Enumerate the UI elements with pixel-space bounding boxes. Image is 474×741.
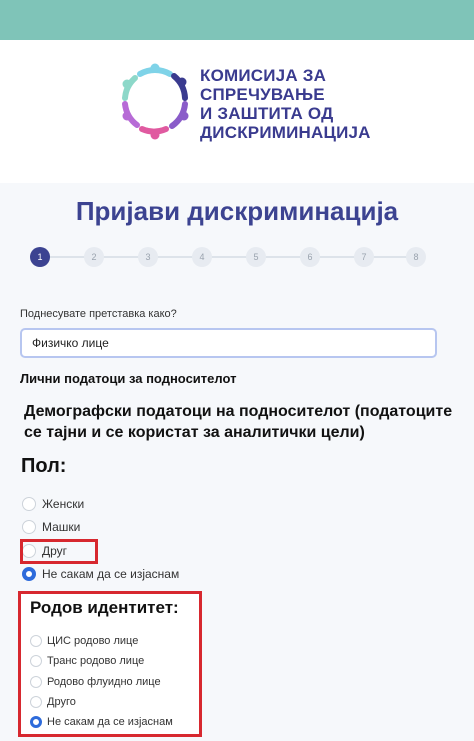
people-circle-logo-icon — [122, 63, 189, 140]
top-bar — [0, 0, 474, 40]
logo-line: СПРЕЧУВАЊЕ — [200, 85, 325, 104]
gender-option-female[interactable]: Женски — [22, 497, 84, 511]
logo-line: ДИСКРИМИНАЦИЈА — [200, 123, 371, 142]
gender-heading: Пол: — [21, 455, 67, 477]
step-3[interactable]: 3 — [138, 247, 158, 267]
radio-unchecked-icon[interactable] — [22, 520, 36, 534]
logo-line: КОМИСИЈА ЗА — [200, 66, 327, 85]
step-1[interactable]: 1 — [30, 247, 50, 267]
step-2[interactable]: 2 — [84, 247, 104, 267]
highlight-box — [18, 591, 202, 737]
option-label: Машки — [42, 520, 81, 534]
highlight-box — [20, 539, 98, 564]
option-label: Не сакам да се изјаснам — [42, 567, 180, 581]
option-label: Женски — [42, 497, 85, 511]
logo-text: КОМИСИЈА ЗА СПРЕЧУВАЊЕ И ЗАШТИТА ОД ДИСК… — [200, 66, 371, 142]
demographic-title: Демографски податоци на подносителот (по… — [24, 403, 453, 441]
stepper: 1 2 3 4 5 6 7 8 — [30, 246, 426, 268]
page-title: Пријави дискриминација — [75, 196, 399, 226]
step-4[interactable]: 4 — [192, 247, 212, 267]
gender-option-prefer-not[interactable]: Не сакам да се изјаснам — [22, 567, 179, 581]
step-8[interactable]: 8 — [406, 247, 426, 267]
personal-section-title: Лични податоци за подносителот — [20, 371, 237, 386]
radio-unchecked-icon[interactable] — [22, 497, 36, 511]
logo-line: И ЗАШТИТА ОД — [200, 104, 334, 123]
radio-checked-icon[interactable] — [22, 567, 36, 581]
submit-as-label: Поднесувате претставка како? — [20, 308, 177, 320]
step-5[interactable]: 5 — [246, 247, 266, 267]
step-6[interactable]: 6 — [300, 247, 320, 267]
gender-option-male[interactable]: Машки — [22, 520, 80, 534]
submit-as-select[interactable]: Физичко лице — [20, 328, 437, 358]
step-7[interactable]: 7 — [354, 247, 374, 267]
